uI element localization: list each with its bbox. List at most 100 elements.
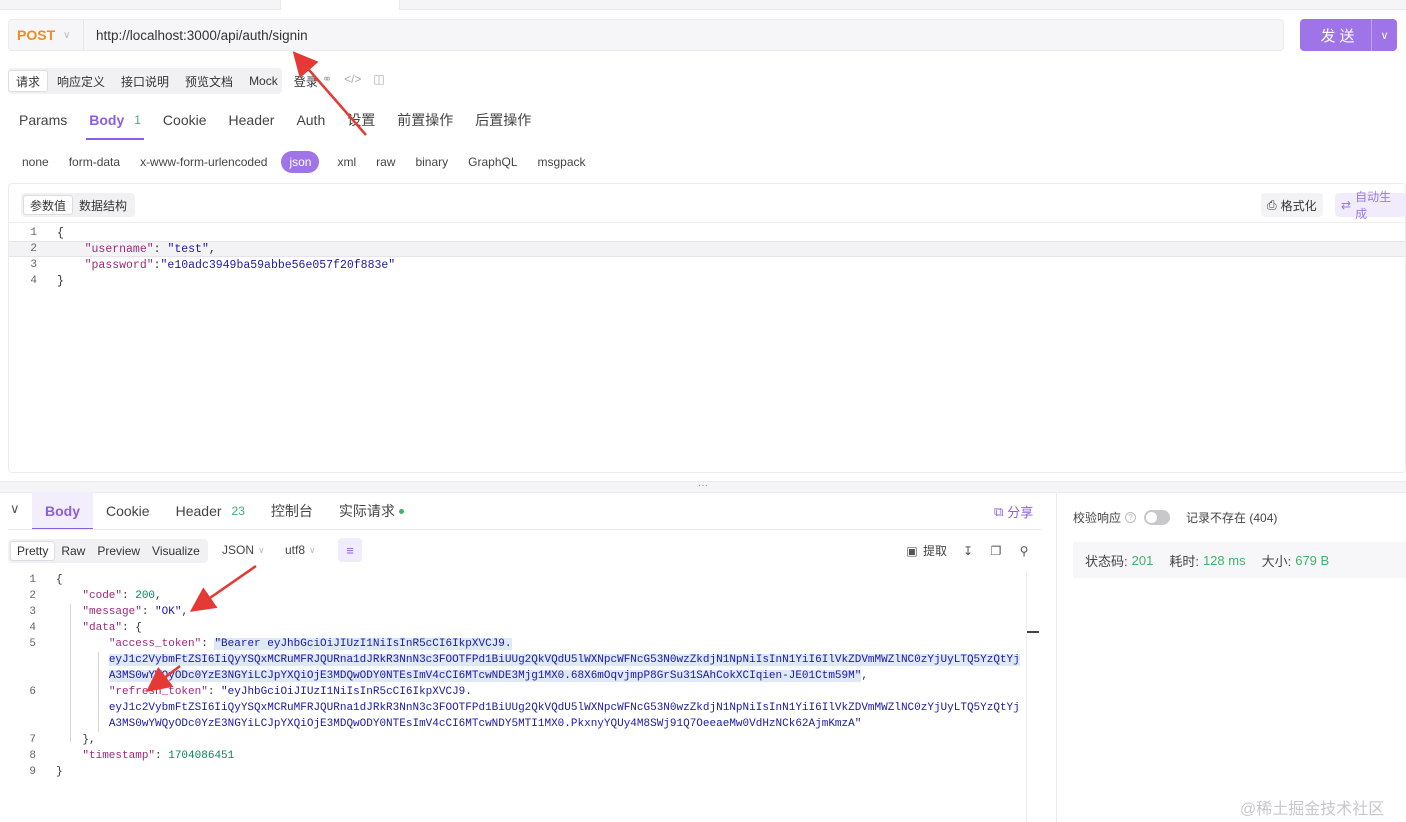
request-tab[interactable]: 前置操作 (386, 100, 464, 140)
code-icon[interactable]: </> (344, 72, 361, 86)
body-type-option[interactable]: msgpack (528, 151, 596, 173)
request-tab[interactable]: Cookie (152, 100, 218, 140)
code-token: } (56, 766, 63, 778)
extract-button[interactable]: ▣ 提取 (905, 542, 947, 559)
json-value-continued: A3MS0wYWQyODc0YzE3NGYiLCJpYXQiOjE3MDQwOD… (108, 670, 862, 682)
search-icon[interactable]: ⚲ (1017, 544, 1031, 558)
code-line: 1{ (9, 225, 1405, 241)
request-tab[interactable]: 设置 (336, 100, 386, 140)
code-line: 2 "code": 200, (8, 588, 1026, 604)
request-tab[interactable]: Body 1 (78, 100, 152, 140)
request-tab-label: 后置操作 (475, 112, 532, 128)
validate-row: 校验响应 ? 记录不存在 (404) (1073, 509, 1277, 526)
auto-generate-label: 自动生成 (1355, 190, 1392, 221)
time-value: 128 ms (1202, 552, 1246, 568)
body-type-option[interactable]: xml (327, 151, 366, 173)
code-line: eyJ1c2VybmFtZSI6IiQyYSQxMCRuMFRJQURna1dJ… (8, 700, 1026, 716)
doc-tab[interactable]: 接口说明 (114, 70, 176, 92)
word-wrap-button[interactable]: ≡ (338, 538, 362, 562)
request-tab[interactable]: 后置操作 (464, 100, 542, 140)
swap-icon: ⇄ (1341, 198, 1352, 212)
response-stats: 状态码: 201 耗时: 128 ms 大小: 679 B (1073, 542, 1406, 578)
response-tab[interactable]: Cookie (93, 492, 163, 530)
request-tab[interactable]: Header (218, 100, 286, 140)
view-mode-option[interactable]: Pretty (10, 541, 56, 561)
body-type-option[interactable]: raw (366, 151, 405, 173)
request-code[interactable]: 1{2 "username": "test", 3 "password":"e10… (9, 225, 1405, 289)
extract-label: 提取 (923, 544, 948, 558)
validate-toggle[interactable] (1144, 510, 1171, 525)
copy-icon[interactable]: ❐ (989, 544, 1003, 558)
line-number: 3 (29, 606, 36, 618)
line-number: 7 (29, 734, 36, 746)
body-type-option[interactable]: json (281, 151, 320, 173)
chevron-down-icon[interactable]: ∨ (10, 501, 20, 517)
chevron-down-icon[interactable]: ∨ (1371, 19, 1397, 51)
json-key: "code" (82, 590, 123, 602)
body-type-option[interactable]: binary (405, 151, 458, 173)
request-tabs: Params Body 1 Cookie Header Auth 设置 前置操作 后置操作 (8, 100, 542, 140)
doc-tab[interactable]: 响应定义 (50, 70, 112, 92)
response-tools: ▣ 提取 ↧ ❐ ⚲ (905, 542, 1031, 559)
code-text: { (37, 227, 64, 240)
json-punct: , (155, 590, 162, 602)
view-mode-option[interactable]: Raw (55, 541, 91, 561)
code-line: 7 }, (8, 732, 1026, 748)
request-body-editor: 参数值 数据结构 ⎙ 格式化 ⇄ 自动生成 1{2 "username": "t… (8, 183, 1406, 473)
response-tab[interactable]: 实际请求 (326, 492, 417, 530)
view-mode-option[interactable]: Visualize (146, 541, 206, 561)
size-value: 679 B (1295, 552, 1330, 568)
format-label: 格式化 (1280, 198, 1317, 213)
toggle-param-values[interactable]: 参数值 (23, 195, 74, 215)
response-tab[interactable]: Header 23 (163, 492, 258, 530)
line-number: 2 (29, 590, 36, 602)
code-token: { (56, 574, 63, 586)
code-line: eyJ1c2VybmFtZSI6IiQyYSQxMCRuMFRJQURna1dJ… (8, 652, 1026, 668)
doc-tab[interactable]: 预览文档 (178, 70, 240, 92)
body-type-option[interactable]: x-www-form-urlencoded (130, 151, 277, 173)
body-type-selector: none form-data x-www-form-urlencoded json xm… (12, 150, 596, 174)
request-tab-label: Header (228, 112, 275, 128)
panel-icon[interactable]: ◫ (373, 72, 384, 86)
share-button[interactable]: ⧉ 分享 (994, 502, 1033, 521)
send-button[interactable]: 发送 ∨ (1300, 19, 1397, 51)
encoding-select[interactable]: utf8 ∨ (285, 543, 316, 557)
download-icon[interactable]: ↧ (961, 544, 975, 558)
response-code[interactable]: 1{2 "code": 200, 3 "message": "OK", 4 "dat… (8, 572, 1026, 822)
code-text: "refresh_token": "eyJhbGciOiJIUzI1NiIsIn… (108, 686, 472, 698)
body-type-option[interactable]: GraphQL (458, 151, 527, 173)
doc-tab[interactable]: 登录 (287, 70, 325, 92)
format-button[interactable]: ⎙ 格式化 (1261, 193, 1323, 217)
json-value: 1704086451 (168, 750, 235, 762)
json-key: "password" (84, 258, 154, 272)
code-text: "timestamp": 1704086451 (82, 750, 235, 762)
request-tab[interactable]: Auth (285, 100, 336, 140)
body-type-option[interactable]: form-data (59, 151, 130, 173)
link-icon[interactable]: ⚭ (322, 72, 332, 86)
tab-fragment[interactable] (280, 0, 400, 10)
record-status[interactable]: 记录不存在 (404) (1186, 509, 1277, 526)
scrollbar[interactable] (1026, 572, 1042, 822)
indent-guide (70, 604, 71, 742)
json-punct: , (181, 606, 189, 618)
code-text: "data": { (82, 622, 142, 634)
doc-tab[interactable]: 请求 (8, 70, 49, 92)
method-select[interactable]: POST ∨ (9, 27, 83, 43)
json-punct: , (208, 242, 216, 256)
toggle-data-structure[interactable]: 数据结构 (73, 195, 133, 215)
response-tab[interactable]: 控制台 (258, 492, 326, 530)
response-tab[interactable]: Body (32, 492, 93, 530)
share-label: 分享 (1007, 505, 1034, 520)
body-type-option[interactable]: none (12, 151, 59, 173)
request-tab[interactable]: Params (8, 100, 78, 140)
help-icon[interactable]: ? (1125, 512, 1137, 523)
code-text: "message": "OK", (82, 606, 189, 618)
url-input[interactable]: http://localhost:3000/api/auth/signin (84, 28, 308, 43)
view-mode-option[interactable]: Preview (91, 541, 146, 561)
auto-generate-button[interactable]: ⇄ 自动生成 (1335, 190, 1406, 221)
doc-tab[interactable]: Mock (242, 70, 285, 92)
format-select[interactable]: JSON ∨ (222, 543, 265, 557)
chevron-down-icon: ∨ (309, 544, 316, 555)
json-value: "test" (167, 242, 209, 256)
code-line: 6 "refresh_token": "eyJhbGciOiJIUzI1NiIs… (8, 684, 1026, 700)
